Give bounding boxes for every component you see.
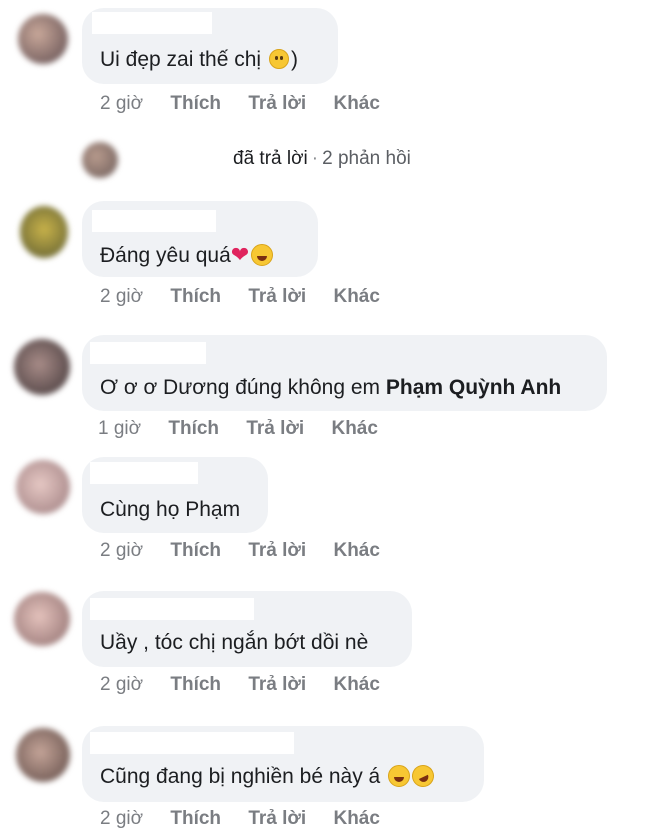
more-button[interactable]: Khác <box>333 286 379 307</box>
avatar[interactable] <box>14 339 70 395</box>
comment-body: Cùng họ Phạm <box>100 498 241 521</box>
more-button[interactable]: Khác <box>333 674 379 695</box>
comment-time[interactable]: 1 giờ <box>98 418 141 439</box>
comment-time[interactable]: 2 giờ <box>100 540 143 561</box>
author-name[interactable] <box>90 732 294 754</box>
comment-text: Uầy , tóc chị ngắn bớt dồi nè <box>100 631 368 655</box>
like-button[interactable]: Thích <box>170 540 221 561</box>
reply-button[interactable]: Trả lời <box>248 540 306 561</box>
squint-laugh-emoji-icon <box>388 765 411 787</box>
comment-body: Ui đẹp zai thế chị <box>100 48 262 71</box>
comment-body: Uầy , tóc chị ngắn bớt dồi nè <box>100 631 369 654</box>
reply-button[interactable]: Trả lời <box>248 674 306 695</box>
hug-emoji-icon <box>251 244 274 266</box>
like-button[interactable]: Thích <box>170 808 221 829</box>
reply-button[interactable]: Trả lời <box>248 286 306 307</box>
comment-text: Ơ ơ ơ Dương đúng không em Phạm Quỳnh Anh <box>100 376 561 400</box>
comment-text: Cũng đang bị nghiền bé này á <box>100 761 438 791</box>
author-name[interactable] <box>90 598 254 620</box>
comment-meta: 2 giờ Thích Trả lời Khác <box>100 286 402 308</box>
comment-body: Ơ ơ ơ Dương đúng không em <box>100 376 386 399</box>
comment-time[interactable]: 2 giờ <box>100 286 143 307</box>
more-button[interactable]: Khác <box>333 540 379 561</box>
comment-meta: 1 giờ Thích Trả lời Khác <box>98 418 400 440</box>
author-name[interactable] <box>92 12 212 34</box>
reply-button[interactable]: Trả lời <box>246 418 304 439</box>
like-button[interactable]: Thích <box>170 286 221 307</box>
comment-meta: 2 giờ Thích Trả lời Khác <box>100 674 402 696</box>
reply-button[interactable]: Trả lời <box>248 808 306 829</box>
mention-link[interactable]: Phạm Quỳnh Anh <box>386 376 561 399</box>
reply-count[interactable]: 2 phản hồi <box>322 148 411 169</box>
replied-label: đã trả lời <box>233 148 308 169</box>
avatar[interactable] <box>16 460 70 514</box>
avatar[interactable] <box>20 206 68 258</box>
comment-meta: 2 giờ Thích Trả lời Khác <box>100 808 402 830</box>
more-button[interactable]: Khác <box>331 418 377 439</box>
comment-text: Đáng yêu quá❤ <box>100 242 274 268</box>
comment-time[interactable]: 2 giờ <box>100 808 143 829</box>
author-name[interactable] <box>90 462 198 484</box>
reply-button[interactable]: Trả lời <box>248 93 306 114</box>
smile-emoji-icon <box>268 49 289 69</box>
comment-text: Cùng họ Phạm <box>100 498 240 522</box>
comment-time[interactable]: 2 giờ <box>100 674 143 695</box>
author-name[interactable] <box>92 210 216 232</box>
heart-emoji-icon: ❤ <box>230 242 250 267</box>
like-button[interactable]: Thích <box>168 418 219 439</box>
more-button[interactable]: Khác <box>333 93 379 114</box>
comment-text: Ui đẹp zai thế chị ) <box>100 48 298 72</box>
comment-body: Đáng yêu quá <box>100 244 231 267</box>
comment-meta: 2 giờ Thích Trả lời Khác <box>100 540 402 562</box>
comment-suffix: ) <box>290 48 298 71</box>
avatar[interactable] <box>14 592 70 646</box>
avatar[interactable] <box>16 728 70 782</box>
more-button[interactable]: Khác <box>333 808 379 829</box>
comment-time[interactable]: 2 giờ <box>100 93 143 114</box>
rofl-emoji-icon <box>408 761 438 791</box>
comment-meta: 2 giờ Thích Trả lời Khác <box>100 93 402 115</box>
like-button[interactable]: Thích <box>170 93 221 114</box>
comment-body: Cũng đang bị nghiền bé này á <box>100 765 381 788</box>
reply-summary[interactable]: đã trả lời · 2 phản hồi <box>233 148 411 170</box>
author-name[interactable] <box>90 342 206 364</box>
separator: · <box>311 148 319 169</box>
like-button[interactable]: Thích <box>170 674 221 695</box>
reply-avatar[interactable] <box>82 142 118 178</box>
avatar[interactable] <box>18 14 68 64</box>
